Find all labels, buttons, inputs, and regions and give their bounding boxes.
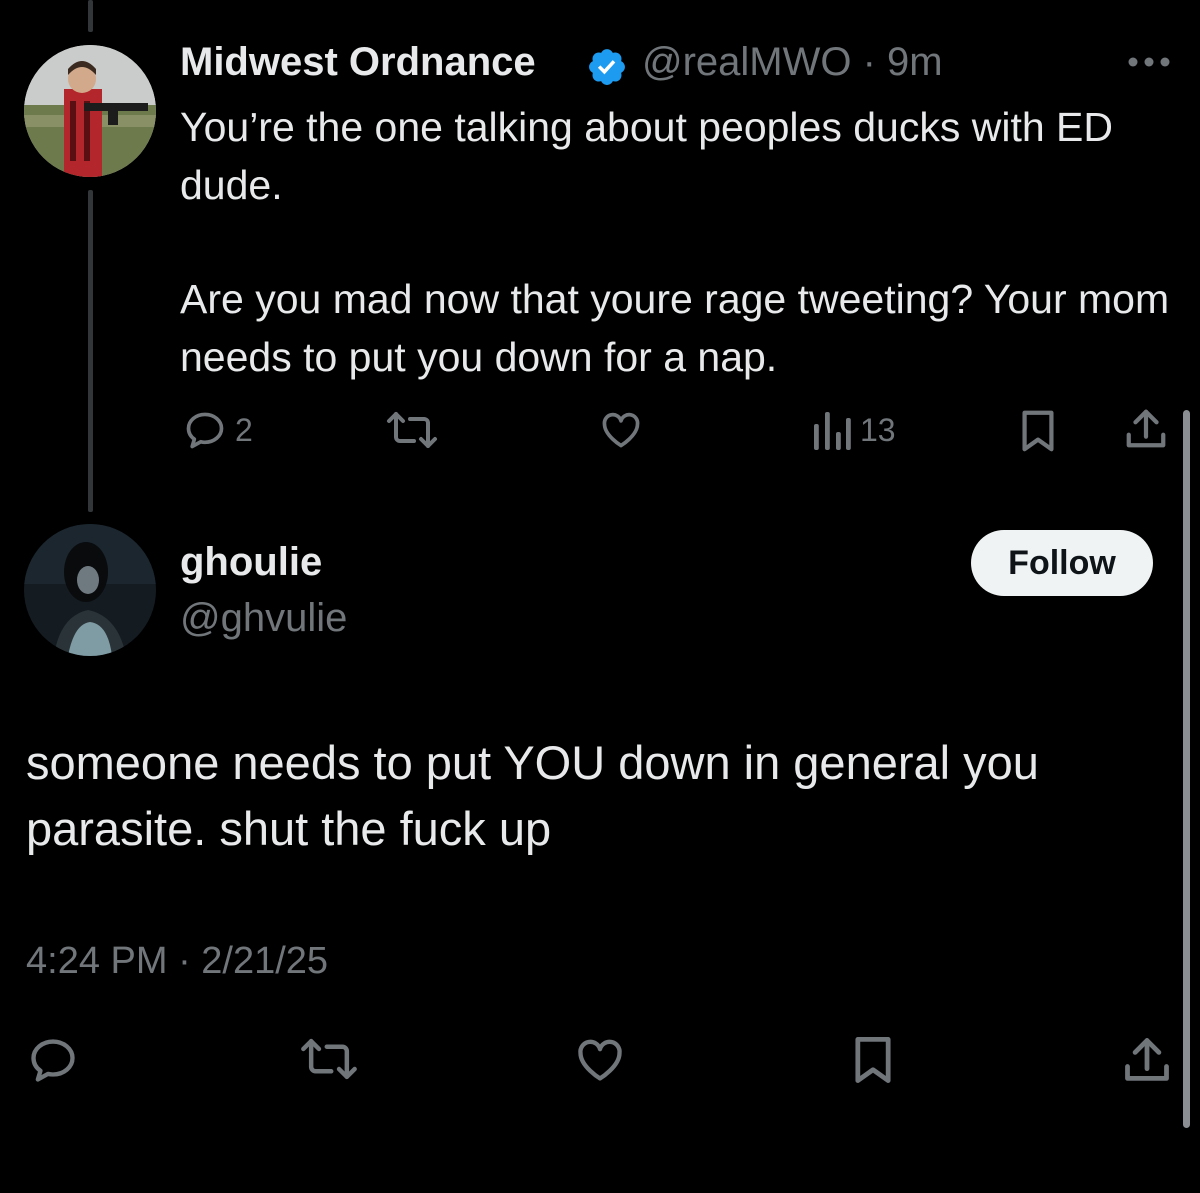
share-icon [1126,409,1166,448]
views-icon [814,412,851,450]
more-icon[interactable] [1126,52,1172,72]
tweet-paragraph: Are you mad now that youre rage tweeting… [180,276,1170,380]
verified-icon [586,46,628,88]
reply-timestamp[interactable]: 4:24 PM · 2/21/25 [26,940,328,983]
bookmark-button[interactable] [1018,408,1058,454]
bookmark-icon [855,1037,891,1083]
reply-text: someone needs to put YOU down in general… [26,736,1039,855]
bottom-share-button[interactable] [1122,1034,1172,1086]
tweet-paragraph: You’re the one talking about peoples duc… [180,104,1113,208]
reply-author-handle[interactable]: @ghvulie [180,596,347,641]
bottom-bookmark-button[interactable] [850,1034,896,1086]
share-button[interactable] [1124,406,1168,452]
share-icon [1125,1038,1169,1081]
like-icon [578,1039,622,1081]
bottom-like-button[interactable] [572,1034,628,1086]
avatar-ghoulie[interactable] [24,524,156,656]
author-name[interactable]: Midwest Ordnance [180,40,536,85]
retweet-icon [301,1038,357,1080]
scrollbar[interactable] [1183,410,1190,1128]
bookmark-icon [1022,410,1054,452]
avatar-midwest-ordnance[interactable] [24,45,156,177]
handle-and-time[interactable]: @realMWO · 9m [642,40,943,85]
like-button[interactable] [598,408,644,452]
thread-line [88,190,93,512]
tweet-text: You’re the one talking about peoples duc… [180,98,1170,386]
like-icon [602,412,640,448]
reply-icon [186,412,224,449]
thread-line-top [88,0,93,32]
follow-button[interactable]: Follow [971,530,1153,596]
bottom-retweet-button[interactable] [300,1034,358,1084]
bottom-reply-button[interactable] [26,1034,80,1086]
views-count: 13 [860,411,896,448]
reply-icon [31,1039,75,1082]
retweet-icon [387,412,437,448]
retweet-button[interactable] [386,408,438,452]
reply-author-name[interactable]: ghoulie [180,540,322,585]
views-button[interactable]: 13 [812,408,896,452]
reply-button[interactable]: 2 [183,408,253,452]
reply-count: 2 [235,411,253,448]
